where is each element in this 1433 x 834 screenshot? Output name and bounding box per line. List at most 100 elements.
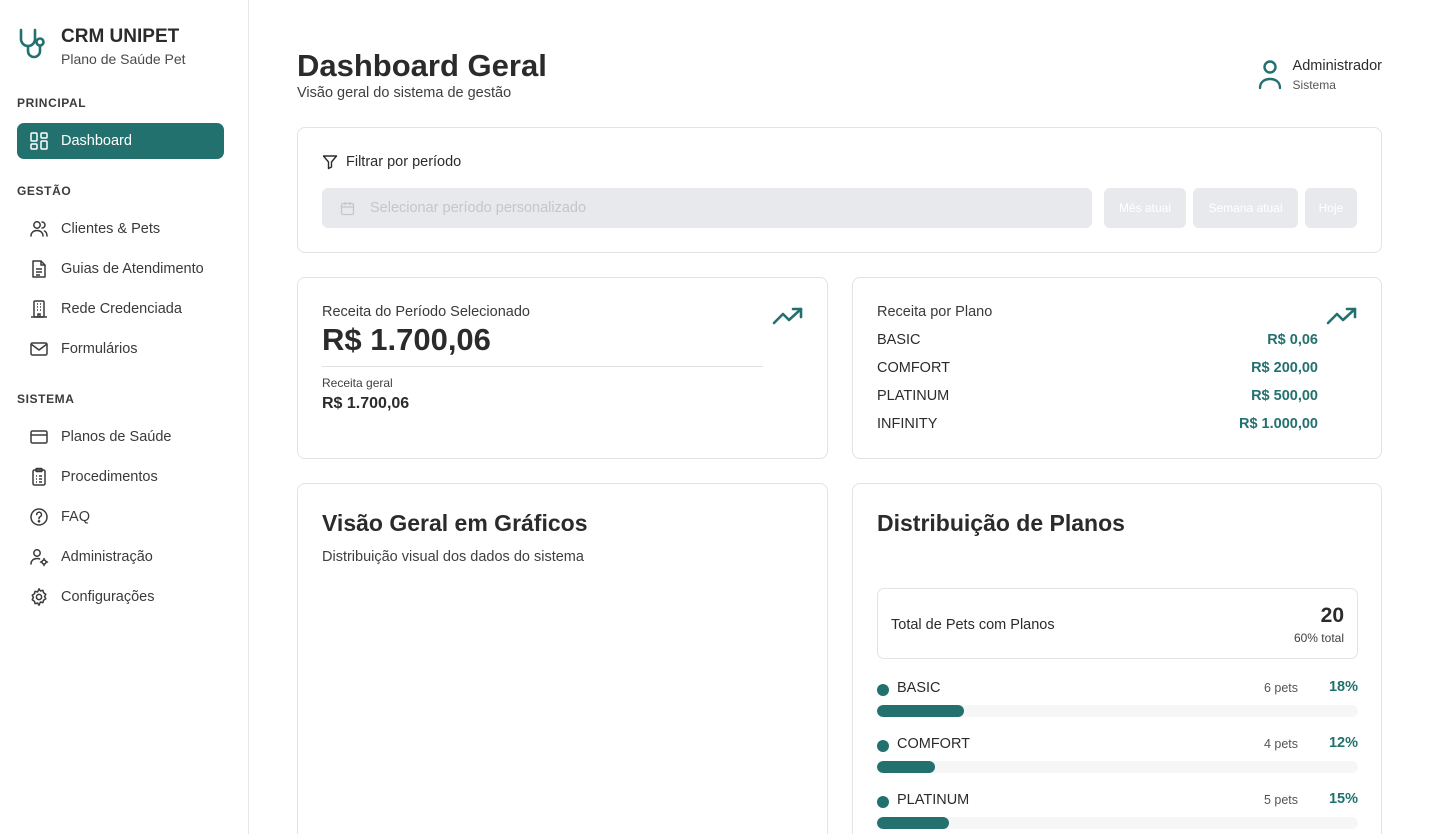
plan-name: BASIC (877, 332, 921, 348)
sidebar-item-clientes-pets[interactable]: Clientes & Pets (17, 211, 224, 247)
sidebar-item-configuracoes[interactable]: Configurações (17, 579, 224, 615)
user-icon (1258, 60, 1281, 90)
plan-revenue: R$ 1.000,00 (1238, 416, 1318, 432)
file-text-icon (32, 260, 46, 278)
progress-fill (877, 705, 964, 717)
credit-card-icon (30, 430, 48, 444)
section-label-sistema: SISTEMA (17, 392, 75, 406)
charts-overview-card: Visão Geral em Gráficos Distribuição vis… (297, 483, 828, 834)
total-pets-label: Total de Pets com Planos (891, 617, 1055, 633)
revenue-title: Receita do Período Selecionado (322, 304, 530, 320)
dashboard-icon (30, 132, 48, 150)
progress-track (877, 817, 1358, 829)
plan-revenue: R$ 200,00 (1251, 360, 1318, 376)
plan-name: COMFORT (877, 360, 951, 376)
plan-revenue-row: INFINITY R$ 1.000,00 (877, 416, 1318, 432)
sidebar-item-dashboard[interactable]: Dashboard (17, 123, 224, 159)
sidebar-item-label: FAQ (61, 509, 91, 525)
user-name: Administrador (1292, 58, 1382, 74)
period-filter-card: Filtrar por período Selecionar período p… (297, 127, 1382, 253)
brand-subtitle: Plano de Saúde Pet (61, 51, 186, 67)
current-week-button[interactable]: Semana atual (1193, 188, 1298, 228)
total-pets-percentage: 60% total (1293, 631, 1344, 645)
user-cog-icon (30, 549, 49, 567)
plan-distribution-item: PLATINUM 5 pets 15% (877, 790, 1358, 834)
plan-revenue: R$ 0,06 (1267, 332, 1318, 348)
plan-distribution-item: COMFORT 4 pets 12% (877, 734, 1358, 778)
progress-fill (877, 761, 935, 773)
plan-percentage: 18% (1328, 679, 1358, 695)
user-role: Sistema (1292, 78, 1336, 92)
filter-title: Filtrar por período (346, 154, 462, 170)
help-circle-icon (30, 508, 48, 526)
plan-percentage: 15% (1328, 791, 1358, 807)
mail-icon (30, 342, 48, 356)
trending-up-icon (1326, 307, 1357, 325)
divider (322, 366, 763, 367)
pet-count: 6 pets (1263, 681, 1298, 695)
stethoscope-icon (19, 28, 45, 59)
users-icon (30, 221, 48, 237)
revenue-by-plan-card: Receita por Plano BASIC R$ 0,06 COMFORT … (852, 277, 1382, 459)
sidebar-item-label: Rede Credenciada (61, 301, 182, 317)
sidebar-item-label: Configurações (61, 589, 155, 605)
sidebar-item-label: Administração (61, 549, 153, 565)
brand-title: CRM UNIPET (61, 26, 180, 47)
revenue-by-plan-title: Receita por Plano (877, 304, 993, 320)
settings-icon (31, 588, 47, 606)
plan-distribution-title: Distribuição de Planos (877, 510, 1125, 536)
trending-up-icon (772, 307, 803, 325)
total-pets-value: 20 (1320, 604, 1344, 627)
plan-revenue-row: BASIC R$ 0,06 (877, 332, 1318, 348)
page-title: Dashboard Geral (297, 48, 547, 83)
charts-overview-subtitle: Distribuição visual dos dados do sistema (322, 549, 584, 565)
dot-icon (877, 740, 889, 752)
sidebar-item-label: Planos de Saúde (61, 429, 172, 445)
plan-name: BASIC (897, 680, 941, 696)
sidebar-item-label: Procedimentos (61, 469, 158, 485)
period-picker-input[interactable]: Selecionar período personalizado (322, 188, 1092, 228)
progress-track (877, 705, 1358, 717)
plan-name: COMFORT (897, 736, 971, 752)
sidebar-item-label: Guias de Atendimento (61, 261, 204, 277)
filter-heading: Filtrar por período (322, 154, 461, 170)
pet-count: 4 pets (1263, 737, 1298, 751)
section-label-gestao: GESTÃO (17, 184, 72, 198)
revenue-card: Receita do Período Selecionado R$ 1.700,… (297, 277, 828, 459)
brand: CRM UNIPET Plano de Saúde Pet (17, 26, 186, 67)
plan-distribution-item: BASIC 6 pets 18% (877, 678, 1358, 722)
total-pets-box: Total de Pets com Planos 20 60% total (877, 588, 1358, 659)
section-label-principal: PRINCIPAL (17, 96, 87, 110)
sidebar-item-faq[interactable]: FAQ (17, 499, 224, 535)
sidebar-item-label: Dashboard (61, 133, 132, 149)
plan-percentage: 12% (1328, 735, 1358, 751)
sidebar-item-guias-atendimento[interactable]: Guias de Atendimento (17, 251, 224, 287)
progress-fill (877, 817, 950, 829)
current-month-button[interactable]: Mês atual (1104, 188, 1186, 228)
revenue-value: R$ 1.700,06 (322, 322, 491, 357)
page-subtitle: Visão geral do sistema de gestão (297, 85, 512, 101)
sidebar: CRM UNIPET Plano de Saúde Pet PRINCIPAL … (0, 0, 249, 834)
general-revenue-value: R$ 1.700,06 (322, 395, 410, 412)
pet-count: 5 pets (1263, 793, 1298, 807)
calendar-icon (340, 201, 355, 215)
sidebar-item-procedimentos[interactable]: Procedimentos (17, 459, 224, 495)
today-button[interactable]: Hoje (1305, 188, 1357, 228)
plan-name: PLATINUM (877, 388, 950, 404)
sidebar-item-label: Clientes & Pets (61, 221, 161, 237)
period-placeholder: Selecionar período personalizado (370, 200, 587, 216)
sidebar-item-planos-saude[interactable]: Planos de Saúde (17, 419, 224, 455)
sidebar-item-administracao[interactable]: Administração (17, 539, 224, 575)
general-revenue-label: Receita geral (322, 376, 393, 390)
user-menu[interactable]: Administrador Sistema (1257, 58, 1382, 92)
filter-icon (322, 155, 338, 170)
plan-revenue-row: COMFORT R$ 200,00 (877, 360, 1318, 376)
plan-revenue-row: PLATINUM R$ 500,00 (877, 388, 1318, 404)
building-icon (31, 300, 47, 318)
plan-distribution-card: Distribuição de Planos Total de Pets com… (852, 483, 1382, 834)
plan-name: INFINITY (877, 416, 938, 432)
sidebar-item-rede-credenciada[interactable]: Rede Credenciada (17, 291, 224, 327)
plan-name: PLATINUM (897, 792, 970, 808)
clipboard-list-icon (32, 467, 46, 486)
sidebar-item-formularios[interactable]: Formulários (17, 331, 224, 367)
